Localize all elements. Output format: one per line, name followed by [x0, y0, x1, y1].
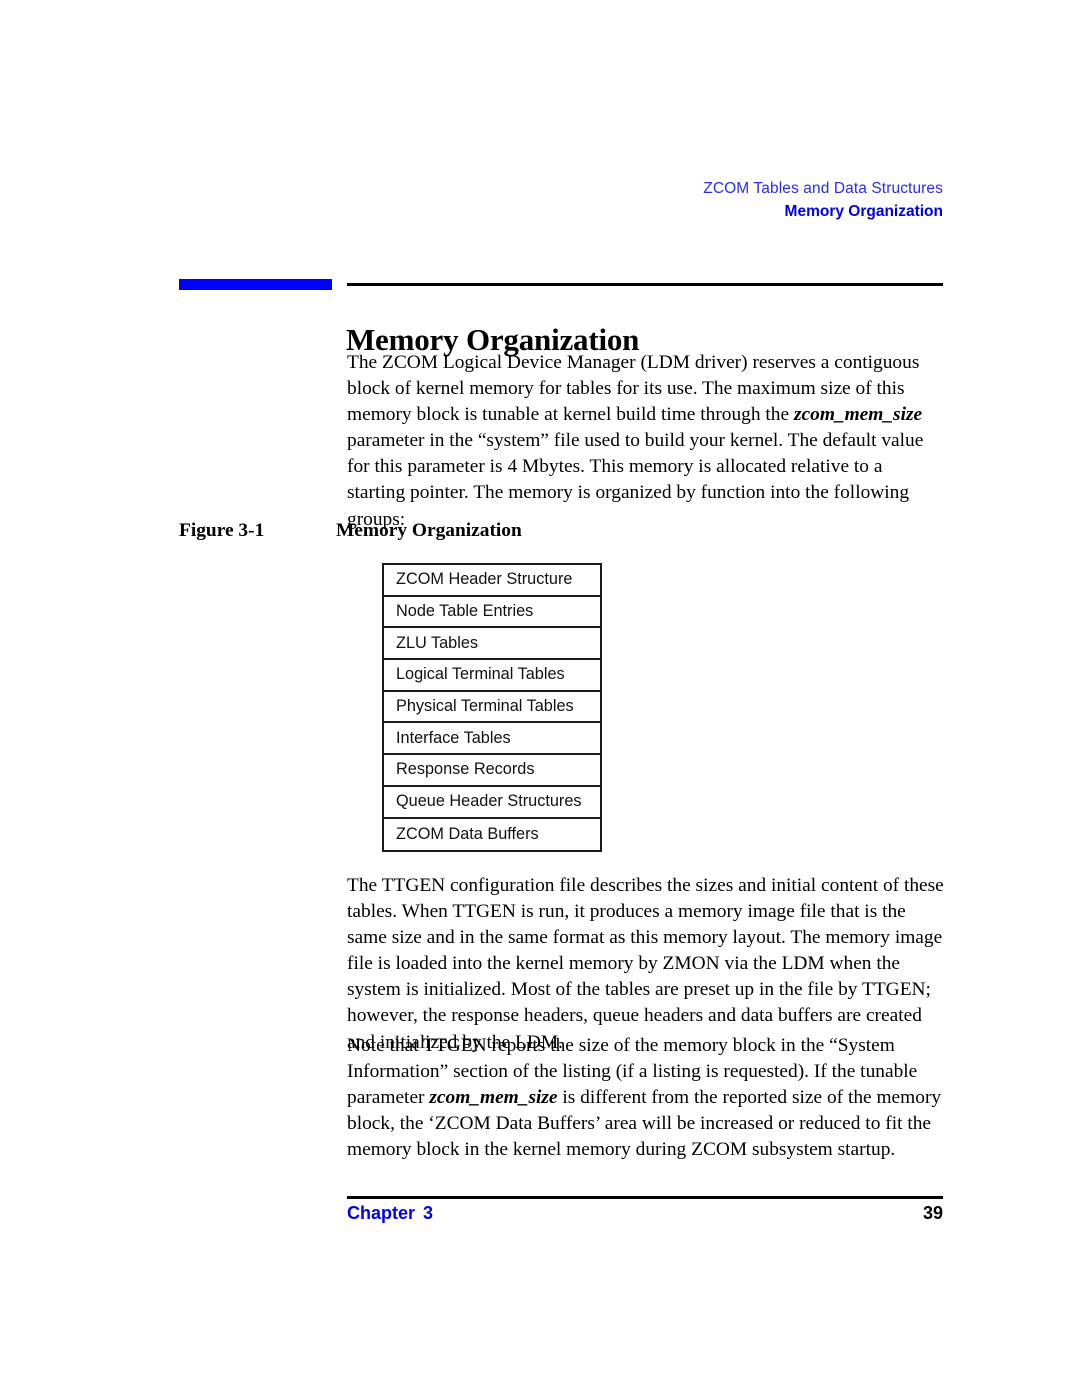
- footer-page-number: 39: [922, 1203, 943, 1223]
- footer-chapter-label: Chapter: [347, 1203, 416, 1223]
- paragraph-intro-part2: parameter in the “system” file used to b…: [347, 430, 924, 530]
- figure-number: Figure 3-1: [179, 520, 265, 541]
- footer-rule: [347, 1196, 943, 1199]
- footer-chapter: Chapter 3: [347, 1203, 433, 1224]
- memory-block-row: Queue Header Structures: [384, 787, 600, 819]
- memory-block-row: ZCOM Header Structure: [384, 565, 600, 597]
- section-title-rule-group: [179, 279, 943, 291]
- footer-chapter-number: 3: [423, 1203, 434, 1223]
- horizontal-rule: [347, 283, 943, 286]
- running-header: ZCOM Tables and Data Structures Memory O…: [179, 178, 943, 223]
- memory-block-row: Logical Terminal Tables: [384, 660, 600, 692]
- paragraph-note: Note that TTGEN reports the size of the …: [347, 1033, 944, 1163]
- memory-block-row: ZLU Tables: [384, 628, 600, 661]
- parameter-zcom-mem-size: zcom_mem_size: [429, 1087, 558, 1109]
- figure-title: Memory Organization: [336, 520, 522, 541]
- running-header-section-title: Memory Organization: [784, 203, 943, 220]
- memory-block-row: Interface Tables: [384, 723, 600, 756]
- paragraph-intro: The ZCOM Logical Device Manager (LDM dri…: [347, 350, 944, 533]
- memory-organization-diagram: ZCOM Header Structure Node Table Entries…: [382, 563, 602, 853]
- page-footer: Chapter 3 39: [347, 1203, 943, 1231]
- figure-caption: Figure 3-1 Memory Organization: [179, 519, 943, 543]
- memory-block-row: Physical Terminal Tables: [384, 692, 600, 724]
- memory-block-row: Response Records: [384, 755, 600, 787]
- blue-accent-bar: [179, 279, 332, 290]
- paragraph-ttgen: The TTGEN configuration file describes t…: [347, 875, 944, 1053]
- memory-block-row: ZCOM Data Buffers: [396, 824, 539, 843]
- running-header-chapter-title: ZCOM Tables and Data Structures: [703, 180, 943, 197]
- parameter-zcom-mem-size: zcom_mem_size: [793, 404, 923, 426]
- memory-block-row: Node Table Entries: [384, 597, 600, 629]
